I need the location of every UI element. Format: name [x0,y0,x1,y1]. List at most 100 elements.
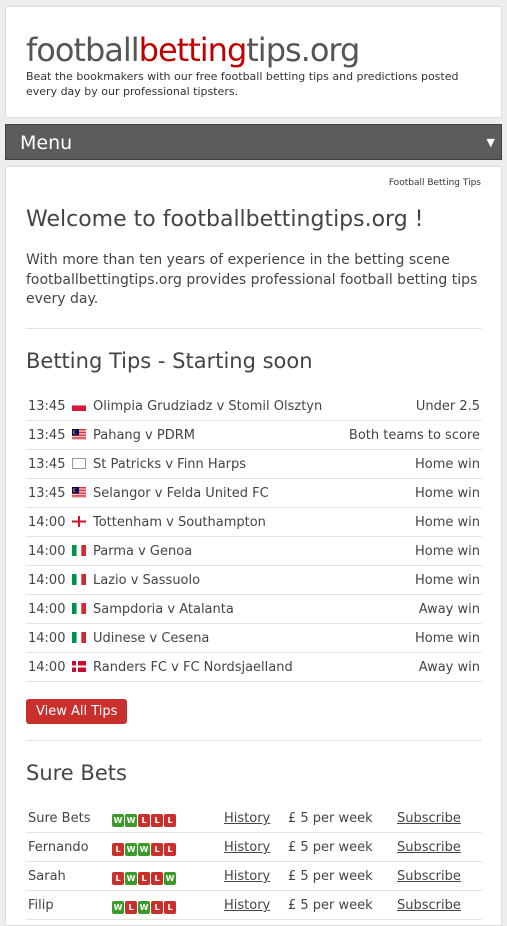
history-link[interactable]: History [224,840,270,855]
tip-time: 14:00 [28,660,66,675]
tip-row[interactable]: 14:00 Randers FC v FC Nordsjaelland Away w… [26,653,482,682]
sure-bet-row: Sarah L W L L W History £ 5 per week Subscribe [26,862,482,891]
tip-prediction: Away win [418,660,480,675]
logo-part-2: betting [138,31,248,69]
subscribe-link[interactable]: Subscribe [397,869,461,884]
form-indicator: WWLLL [112,812,177,827]
view-all-tips-button[interactable]: View All Tips [26,699,128,724]
form-badge: L [112,843,124,856]
malaysia-flag [72,429,86,440]
form-indicator: WLWLL [112,899,177,914]
malaysia-flag-icon [72,429,86,440]
form-badge: W [138,901,150,914]
tip-prediction: Home win [414,457,480,472]
form-badge: W [138,843,150,856]
tip-prediction: Away win [418,602,480,617]
tip-match[interactable]: St Patricks v Finn Harps [93,457,246,472]
tip-time: 14:00 [28,631,66,646]
history-link[interactable]: History [224,869,270,884]
tip-prediction: Both teams to score [348,428,480,443]
form-badge: W [112,814,124,827]
tip-match[interactable]: Randers FC v FC Nordsjaelland [93,660,293,675]
tip-row[interactable]: 13:45 Olimpia Grudziadz v Stomil Olsztyn U… [26,392,482,421]
tip-match[interactable]: Parma v Genoa [93,544,192,559]
chevron-down-icon: ▼ [486,136,495,149]
site-logo[interactable]: footballbettingtips.org [26,31,360,69]
malaysia-flag [72,487,86,498]
tip-match[interactable]: Udinese v Cesena [93,631,209,646]
tip-row[interactable]: 14:00 Sampdoria v Atalanta Away win [26,595,482,624]
logo-part-1: football [26,31,140,69]
italy-flag-icon [72,545,86,556]
sure-bet-row: Fernando L W W L L History £ 5 per week Subscrib… [26,833,482,862]
denmark-flag [72,661,86,672]
tip-match[interactable]: Lazio v Sassuolo [93,573,200,588]
form-badge: L [138,872,150,885]
form-badge: L [164,901,176,914]
malaysia-flag-icon [72,487,86,498]
tip-match[interactable]: Sampdoria v Atalanta [93,602,234,617]
form-badge: W [125,872,137,885]
tip-row[interactable]: 14:00 Parma v Genoa Home win [26,537,482,566]
italy-flag [72,545,86,556]
tip-row[interactable]: 13:45 Pahang v PDRM Both teams to score [26,421,482,450]
italy-flag-icon [72,632,86,643]
england-flag [71,515,87,528]
menu-toggle[interactable]: Menu ▼ [5,124,502,160]
form-badge: L [151,872,163,885]
form-badge: L [151,843,163,856]
tip-row[interactable]: 13:45 Selangor v Felda United FC Home win [26,479,482,508]
tip-time: 13:45 [28,457,66,472]
tip-prediction: Home win [414,515,480,530]
form-badge: W [112,901,124,914]
tip-time: 14:00 [28,602,66,617]
italy-flag-icon [72,574,86,585]
denmark-flag-icon [72,661,86,672]
divider [26,328,482,329]
form-badge: L [125,901,137,914]
tip-row[interactable]: 14:00 Udinese v Cesena Home win [26,624,482,653]
price-text: £ 5 per week [288,811,373,826]
form-badge: L [151,901,163,914]
form-badge: W [125,814,137,827]
sure-bets-table: Sure Bets W W L L L History £ 5 per week Subscri… [26,804,482,920]
sure-bet-row: Filip W L W L L History £ 5 per week Subscribe [26,891,482,920]
subscribe-link[interactable]: Subscribe [397,840,461,855]
tip-prediction: Home win [414,544,480,559]
site-header: footballbettingtips.org Beat the bookmak… [5,6,502,118]
tip-row[interactable]: 14:00 Tottenham v Southampton Home win [26,508,482,537]
sure-bets-heading: Sure Bets [26,761,127,785]
tip-row[interactable]: 13:45 St Patricks v Finn Harps Home win [26,450,482,479]
blank-flag [72,458,86,469]
england-flag-icon [71,515,87,528]
tip-match[interactable]: Pahang v PDRM [93,428,195,443]
tipster-name[interactable]: Fernando [28,840,89,855]
subscribe-link[interactable]: Subscribe [397,811,461,826]
sure-bet-row: Sure Bets W W L L L History £ 5 per week Subscri… [26,804,482,833]
tip-time: 14:00 [28,515,66,530]
italy-flag [72,574,86,585]
tipster-name[interactable]: Sarah [28,869,66,884]
breadcrumb[interactable]: Football Betting Tips [389,178,481,188]
tips-table: 13:45 Olimpia Grudziadz v Stomil Olsztyn U… [26,392,482,682]
form-badge: L [112,872,124,885]
tip-match[interactable]: Olimpia Grudziadz v Stomil Olsztyn [93,399,322,414]
italy-flag [72,603,86,614]
price-text: £ 5 per week [288,869,373,884]
tipster-name[interactable]: Sure Bets [28,811,90,826]
site-tagline: Beat the bookmakers with our free footba… [26,70,459,98]
form-badge: L [164,843,176,856]
tip-match[interactable]: Tottenham v Southampton [93,515,266,530]
tip-match[interactable]: Selangor v Felda United FC [93,486,269,501]
tip-prediction: Under 2.5 [415,399,480,414]
intro-text: With more than ten years of experience i… [26,252,478,307]
tips-heading: Betting Tips - Starting soon [26,349,313,373]
form-indicator: LWLLW [112,870,177,885]
history-link[interactable]: History [224,811,270,826]
form-badge: L [138,814,150,827]
tip-time: 13:45 [28,399,66,414]
form-badge: L [164,814,176,827]
tip-row[interactable]: 14:00 Lazio v Sassuolo Home win [26,566,482,595]
main-content: Football Betting Tips Welcome to footbal… [5,166,502,926]
tip-time: 14:00 [28,544,66,559]
